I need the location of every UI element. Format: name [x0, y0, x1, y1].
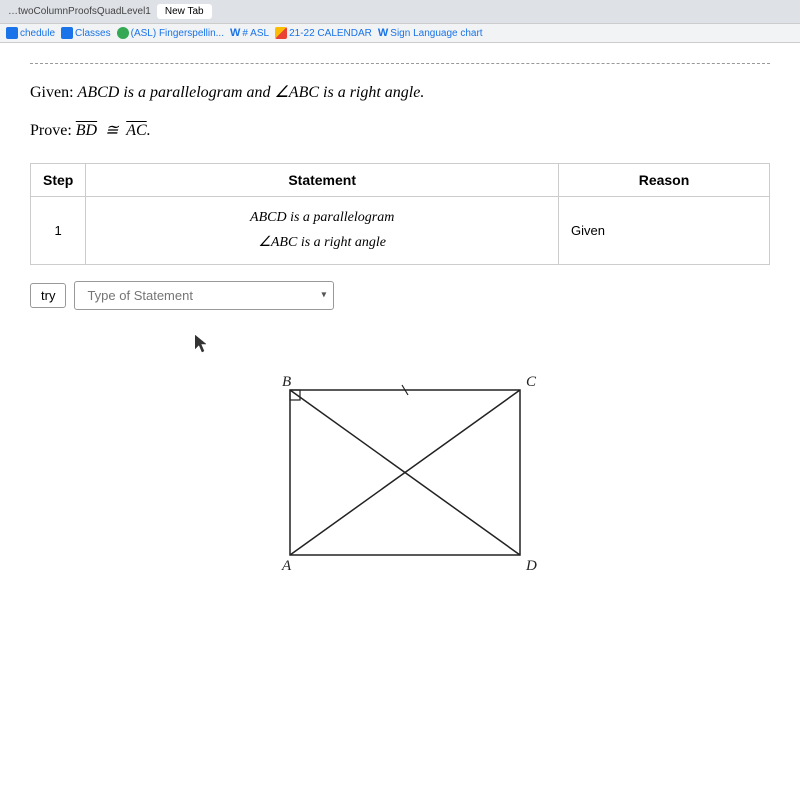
nav-asl-spell[interactable]: (ASL) Fingerspellin... [117, 27, 224, 39]
try-button[interactable]: try [30, 283, 66, 308]
given-statement: ABCD is a parallelogram and ∠ABC is a ri… [78, 84, 425, 101]
step-number: 1 [31, 197, 86, 264]
nav-sign-chart[interactable]: W Sign Language chart [378, 27, 483, 39]
statement-input[interactable] [74, 281, 334, 310]
diagram-container: B C A D [30, 370, 770, 590]
proof-table: Step Statement Reason 1 ABCD is a parall… [30, 163, 770, 264]
prove-statement: BD ≅ AC. [76, 122, 151, 139]
nav-asl-hash[interactable]: W # ASL [230, 27, 269, 39]
vertex-D-label: D [525, 558, 537, 574]
ac-segment: AC [126, 122, 146, 139]
bd-segment: BD [76, 122, 97, 139]
calendar-icon [275, 27, 287, 39]
statement-dropdown-wrapper: ▾ [74, 281, 334, 310]
reason-cell: Given [558, 197, 769, 264]
vertex-A-label: A [281, 558, 292, 574]
table-row: 1 ABCD is a parallelogram ∠ABC is a righ… [31, 197, 770, 264]
col-step: Step [31, 164, 86, 197]
sign-chart-icon: W [378, 27, 388, 39]
schedule-icon [6, 27, 18, 39]
cursor-area [30, 330, 770, 360]
given-line: Given: ABCD is a parallelogram and ∠ABC … [30, 80, 770, 106]
classes-icon [61, 27, 73, 39]
prove-label: Prove: [30, 122, 76, 139]
nav-calendar[interactable]: 21-22 CALENDAR [275, 27, 372, 39]
statement-cell: ABCD is a parallelogram ∠ABC is a right … [86, 197, 559, 264]
mouse-cursor [195, 335, 209, 358]
nav-classes[interactable]: Classes [61, 27, 111, 39]
statement-line1: ABCD is a parallelogram [98, 205, 546, 230]
tab-new[interactable]: New Tab [157, 4, 212, 19]
asl-spell-icon [117, 27, 129, 39]
top-divider [30, 63, 770, 64]
try-row: try ▾ [30, 281, 770, 310]
proof-diagram: B C A D [210, 370, 590, 590]
vertex-C-label: C [526, 374, 537, 390]
nav-schedule[interactable]: chedule [6, 27, 55, 39]
col-reason: Reason [558, 164, 769, 197]
browser-bar: …twoColumnProofsQuadLevel1 New Tab [0, 0, 800, 24]
hash-icon: W [230, 27, 240, 39]
statement-line2: ∠ABC is a right angle [98, 230, 546, 255]
url-fragment: …twoColumnProofsQuadLevel1 [8, 6, 151, 17]
col-statement: Statement [86, 164, 559, 197]
nav-bar: chedule Classes (ASL) Fingerspellin... W… [0, 24, 800, 43]
prove-line: Prove: BD ≅ AC. [30, 118, 770, 144]
given-label: Given: [30, 84, 78, 101]
vertex-B-label: B [282, 374, 291, 390]
main-content: Given: ABCD is a parallelogram and ∠ABC … [0, 43, 800, 803]
